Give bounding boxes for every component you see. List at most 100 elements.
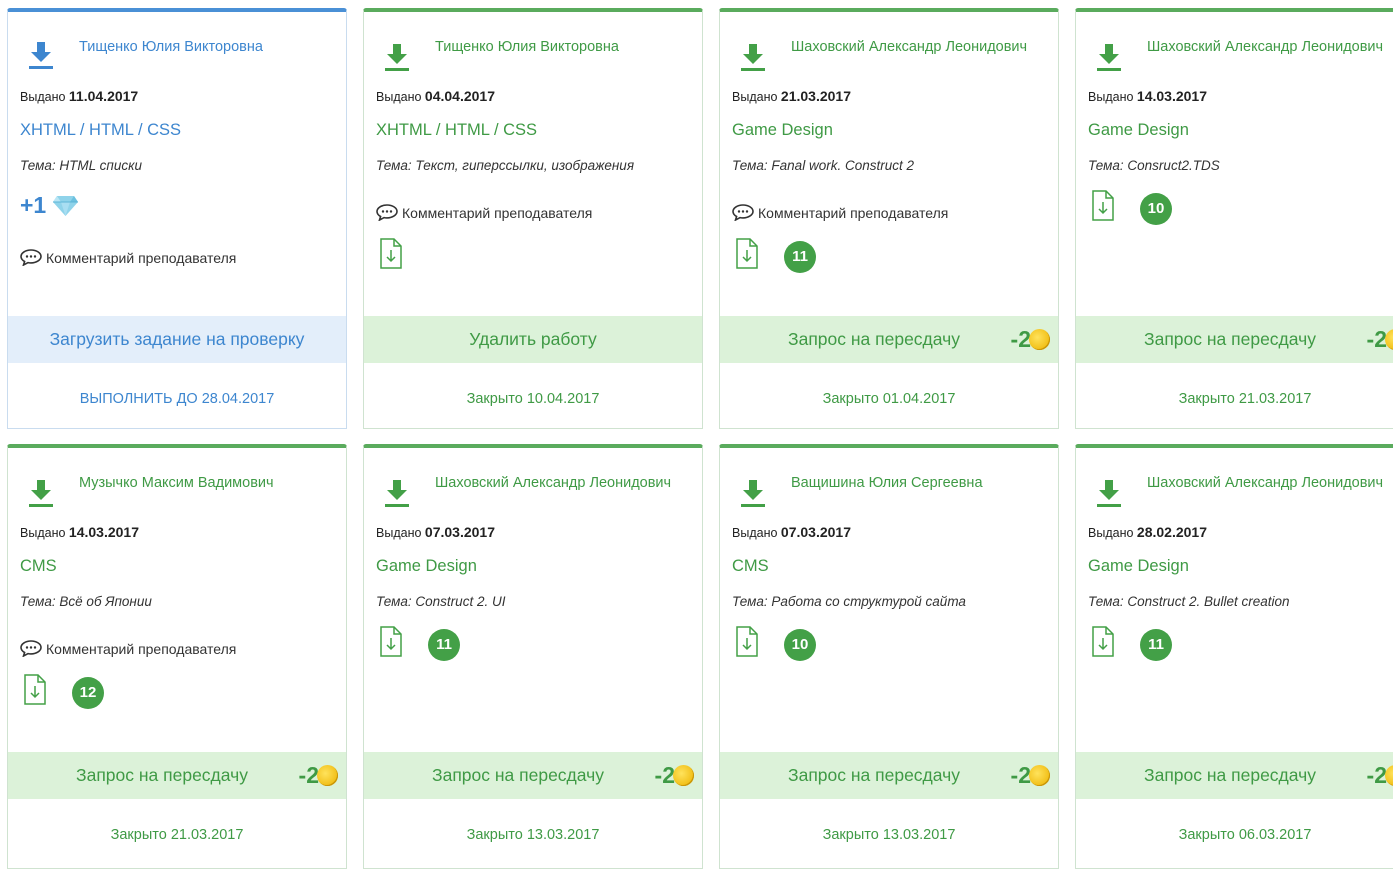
penalty-badge: -2 (655, 762, 694, 789)
comment-icon (20, 249, 42, 266)
author-name[interactable]: Музычко Максим Вадимович (79, 476, 339, 491)
teacher-comment-link[interactable]: Комментарий преподавателя (376, 204, 592, 221)
file-download-icon[interactable] (380, 626, 402, 657)
download-icon[interactable] (384, 478, 410, 508)
grade-badge: 11 (428, 629, 460, 661)
file-download-icon[interactable] (1092, 626, 1114, 657)
author-name[interactable]: Ващишина Юлия Сергеевна (791, 476, 1051, 491)
author-name[interactable]: Шаховский Александр Леонидович (1147, 476, 1393, 491)
assignment-theme: Тема: Всё об Японии (20, 594, 152, 609)
assignment-card: Тищенко Юлия Викторовна Выдано 04.04.201… (363, 8, 703, 429)
assignment-card: Ващишина Юлия Сергеевна Выдано 07.03.201… (719, 444, 1059, 869)
author-name[interactable]: Шаховский Александр Леонидович (1147, 40, 1393, 55)
retake-request-button[interactable]: Запрос на пересдачу -2 (720, 316, 1058, 363)
assignment-theme: Тема: Consruct2.TDS (1088, 158, 1220, 173)
subject-name: XHTML / HTML / CSS (376, 121, 538, 139)
file-download-icon[interactable] (736, 626, 758, 657)
action-label: Загрузить задание на проверку (49, 329, 305, 349)
file-download-icon[interactable] (24, 674, 46, 705)
comment-icon (376, 204, 398, 221)
assignment-card: Тищенко Юлия Викторовна Выдано 11.04.201… (7, 8, 347, 429)
issued-date: Выдано 11.04.2017 (20, 88, 139, 104)
subject-name: Game Design (1088, 557, 1189, 575)
action-label: Запрос на пересдачу (76, 765, 248, 785)
download-icon[interactable] (28, 478, 54, 508)
grade-badge: 11 (784, 241, 816, 273)
download-icon[interactable] (740, 42, 766, 72)
action-label: Запрос на пересдачу (1144, 765, 1316, 785)
subject-name: Game Design (732, 121, 833, 139)
comment-label: Комментарий преподавателя (46, 640, 237, 657)
retake-request-button[interactable]: Запрос на пересдачу -2 (364, 752, 702, 799)
teacher-comment-link[interactable]: Комментарий преподавателя (20, 640, 236, 657)
author-name[interactable]: Шаховский Александр Леонидович (791, 40, 1051, 55)
action-label: Запрос на пересдачу (1144, 329, 1316, 349)
closed-date: Закрыто 13.03.2017 (466, 827, 600, 843)
assignment-theme: Тема: HTML списки (20, 158, 142, 173)
grade-badge: 10 (784, 629, 816, 661)
closed-date: Закрыто 06.03.2017 (1178, 827, 1312, 843)
grade-badge: 11 (1140, 629, 1172, 661)
assignment-theme: Тема: Construct 2. UI (376, 594, 506, 609)
penalty-badge: -2 (299, 762, 338, 789)
download-icon[interactable] (1096, 478, 1122, 508)
retake-request-button[interactable]: Запрос на пересдачу -2 (1076, 752, 1393, 799)
file-download-icon[interactable] (736, 238, 758, 269)
penalty-badge: -2 (1011, 326, 1050, 353)
assignment-card: Музычко Максим Вадимович Выдано 14.03.20… (7, 444, 347, 869)
assignment-theme: Тема: Construct 2. Bullet creation (1088, 594, 1290, 609)
closed-date: Закрыто 21.03.2017 (110, 827, 244, 843)
retake-request-button[interactable]: Запрос на пересдачу -2 (1076, 316, 1393, 363)
comment-icon (732, 204, 754, 221)
comment-label: Комментарий преподавателя (402, 204, 593, 221)
upload-task-button[interactable]: Загрузить задание на проверку (8, 316, 346, 363)
assignment-card: Шаховский Александр Леонидович Выдано 28… (1075, 444, 1393, 869)
action-label: Запрос на пересдачу (432, 765, 604, 785)
download-icon[interactable] (1096, 42, 1122, 72)
file-download-icon[interactable] (1092, 190, 1114, 221)
issued-date: Выдано 28.02.2017 (1088, 524, 1207, 540)
grade-badge: 12 (72, 677, 104, 709)
retake-request-button[interactable]: Запрос на пересдачу -2 (8, 752, 346, 799)
comment-label: Комментарий преподавателя (758, 204, 949, 221)
diamond-icon (53, 195, 79, 216)
assignment-theme: Тема: Работа со структурой сайта (732, 594, 966, 609)
subject-name: XHTML / HTML / CSS (20, 121, 182, 139)
closed-date: Закрыто 21.03.2017 (1178, 391, 1312, 407)
closed-date: Закрыто 13.03.2017 (822, 827, 956, 843)
download-icon[interactable] (740, 478, 766, 508)
teacher-comment-link[interactable]: Комментарий преподавателя (20, 249, 236, 266)
penalty-badge: -2 (1011, 762, 1050, 789)
bonus-value: +1 (20, 192, 47, 218)
assignment-theme: Тема: Fanal work. Construct 2 (732, 158, 914, 173)
author-name[interactable]: Шаховский Александр Леонидович (435, 476, 695, 491)
author-name[interactable]: Тищенко Юлия Викторовна (79, 40, 339, 55)
closed-date: Закрыто 01.04.2017 (822, 391, 956, 407)
penalty-badge: -2 (1367, 326, 1393, 353)
issued-date: Выдано 04.04.2017 (376, 88, 495, 104)
comment-label: Комментарий преподавателя (46, 249, 237, 266)
assignment-card: Шаховский Александр Леонидович Выдано 14… (1075, 8, 1393, 429)
assignment-theme: Тема: Текст, гиперссылки, изображения (376, 158, 635, 173)
issued-date: Выдано 07.03.2017 (732, 524, 851, 540)
action-label: Запрос на пересдачу (788, 765, 960, 785)
grade-badge: 10 (1140, 193, 1172, 225)
closed-date: Закрыто 10.04.2017 (466, 391, 600, 407)
teacher-comment-link[interactable]: Комментарий преподавателя (732, 204, 948, 221)
assignment-card: Шаховский Александр Леонидович Выдано 07… (363, 444, 703, 869)
comment-icon (20, 640, 42, 657)
subject-name: Game Design (1088, 121, 1189, 139)
issued-date: Выдано 14.03.2017 (20, 524, 139, 540)
retake-request-button[interactable]: Запрос на пересдачу -2 (720, 752, 1058, 799)
penalty-badge: -2 (1367, 762, 1393, 789)
action-label: Удалить работу (469, 329, 597, 349)
download-icon[interactable] (28, 40, 54, 70)
deadline-text: ВЫПОЛНИТЬ ДО 28.04.2017 (79, 391, 275, 407)
assignment-card: Шаховский Александр Леонидович Выдано 21… (719, 8, 1059, 429)
delete-work-button[interactable]: Удалить работу (364, 316, 702, 363)
issued-date: Выдано 07.03.2017 (376, 524, 495, 540)
file-download-icon[interactable] (380, 238, 402, 269)
author-name[interactable]: Тищенко Юлия Викторовна (435, 40, 695, 55)
download-icon[interactable] (384, 42, 410, 72)
action-label: Запрос на пересдачу (788, 329, 960, 349)
